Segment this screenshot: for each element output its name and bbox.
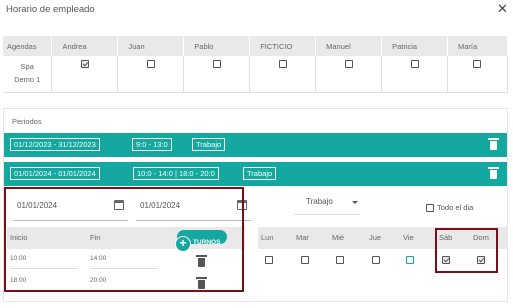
shift-start[interactable]: 18:00 bbox=[10, 277, 26, 284]
period-hours-chip: 10:0 - 14:0 | 18:0 - 20:0 bbox=[133, 167, 219, 180]
day-wed: Mié bbox=[332, 233, 345, 242]
day-tue: Mar bbox=[296, 233, 309, 242]
period-hours-chip: 9:0 - 13:0 bbox=[132, 138, 172, 151]
start-date-value: 01/01/2024 bbox=[17, 201, 58, 210]
trash-icon[interactable] bbox=[488, 138, 499, 150]
shifts-table: Inicio Fin + TURNOS 10:00 14:00 18:00 20… bbox=[7, 227, 245, 293]
day-checkbox-wed[interactable] bbox=[336, 256, 344, 264]
period-dates-chip: 01/12/2023 - 31/12/2023 bbox=[10, 138, 100, 151]
day-sat: Sáb bbox=[439, 233, 453, 242]
shift-row: 10:00 14:00 bbox=[7, 249, 245, 271]
day-checkbox-tue[interactable] bbox=[301, 256, 309, 264]
period-type-chip: Trabajo bbox=[192, 138, 226, 151]
cell-manuel bbox=[315, 56, 383, 93]
agenda-checkbox-patricia[interactable] bbox=[410, 60, 419, 68]
agendas-header: Agendas bbox=[3, 36, 53, 56]
agendas-header-row: Agendas Andrea Juan Pablo FICTICIO Manue… bbox=[3, 36, 509, 56]
agenda-checkbox-pablo[interactable] bbox=[212, 60, 221, 68]
agendas-table: Agendas Andrea Juan Pablo FICTICIO Manue… bbox=[3, 36, 509, 93]
period-row-2[interactable]: 01/01/2024 - 01/01/2024 10:0 - 14:0 | 18… bbox=[4, 162, 507, 186]
employee-patricia: Patricia bbox=[381, 36, 448, 56]
day-checkbox-thu[interactable] bbox=[372, 256, 380, 264]
agenda-checkbox-maria[interactable] bbox=[473, 60, 482, 68]
period-type-chip: Trabajo bbox=[243, 167, 277, 180]
start-date-field[interactable]: 01/01/2024 bbox=[13, 197, 128, 221]
agenda-checkbox-andrea[interactable] bbox=[80, 60, 89, 68]
day-thu: Jue bbox=[369, 233, 382, 242]
day-sun: Dom bbox=[473, 233, 489, 242]
cell-juan bbox=[117, 56, 185, 93]
employee-manuel: Manuel bbox=[315, 36, 383, 56]
end-date-value: 01/01/2024 bbox=[140, 201, 181, 210]
shift-end[interactable]: 14:00 bbox=[90, 255, 106, 262]
cell-andrea bbox=[51, 56, 119, 93]
shifts-col-end: Fin bbox=[90, 233, 101, 242]
shift-start[interactable]: 10:00 bbox=[10, 255, 26, 262]
cell-patricia bbox=[381, 56, 448, 93]
shift-end[interactable]: 20:00 bbox=[90, 277, 106, 284]
calendar-icon[interactable] bbox=[114, 200, 124, 210]
weekdays-header: Lun Mar Mié Jue Vie Sáb Dom bbox=[258, 227, 507, 249]
cell-maria bbox=[447, 56, 509, 93]
trash-icon[interactable] bbox=[196, 277, 207, 289]
shifts-col-start: Inicio bbox=[10, 233, 28, 242]
all-day-checkbox[interactable] bbox=[426, 204, 434, 213]
divider bbox=[10, 268, 78, 269]
end-date-field[interactable]: 01/01/2024 bbox=[136, 197, 251, 221]
close-icon[interactable]: ✕ bbox=[497, 2, 508, 15]
trash-icon[interactable] bbox=[488, 167, 499, 179]
employee-andrea: Andrea bbox=[51, 36, 119, 56]
add-shift-button[interactable]: + TURNOS bbox=[175, 230, 227, 252]
agenda-row-spa: Spa Demo 1 bbox=[3, 56, 509, 93]
employee-pablo: Pablo bbox=[183, 36, 251, 56]
divider bbox=[90, 290, 158, 291]
day-checkbox-mon[interactable] bbox=[265, 256, 273, 264]
trash-icon[interactable] bbox=[196, 255, 207, 267]
agenda-checkbox-ficticio[interactable] bbox=[278, 60, 287, 68]
divider bbox=[90, 268, 158, 269]
day-fri: Vie bbox=[403, 233, 414, 242]
dialog-title: Horario de empleado bbox=[6, 4, 95, 15]
period-dates-chip: 01/01/2024 - 01/01/2024 bbox=[10, 167, 100, 180]
weekdays-checkbox-row bbox=[258, 249, 507, 271]
periods-panel: Periodos 01/12/2023 - 31/12/2023 9:0 - 1… bbox=[3, 108, 508, 302]
period-type-value: Trabajo bbox=[306, 197, 333, 206]
day-checkbox-sat[interactable] bbox=[442, 256, 450, 264]
employee-ficticio: FICTICIO bbox=[249, 36, 317, 56]
employee-juan: Juan bbox=[117, 36, 185, 56]
day-mon: Lun bbox=[261, 233, 274, 242]
divider bbox=[10, 290, 78, 291]
day-checkbox-fri[interactable] bbox=[406, 256, 414, 264]
agenda-checkbox-manuel[interactable] bbox=[344, 60, 353, 68]
calendar-icon[interactable] bbox=[237, 200, 247, 210]
day-checkbox-sun[interactable] bbox=[477, 256, 485, 264]
all-day-label: Todo el dia bbox=[437, 203, 474, 212]
agenda-name-line1: Spa bbox=[20, 62, 34, 71]
period-row-1[interactable]: 01/12/2023 - 31/12/2023 9:0 - 13:0 Traba… bbox=[4, 133, 507, 157]
shift-row: 18:00 20:00 bbox=[7, 271, 245, 293]
cell-ficticio bbox=[249, 56, 317, 93]
agenda-row-label: Spa Demo 1 bbox=[3, 56, 53, 93]
shifts-header: Inicio Fin + TURNOS bbox=[7, 227, 245, 252]
weekdays-table: Lun Mar Mié Jue Vie Sáb Dom bbox=[258, 227, 507, 271]
chevron-down-icon bbox=[352, 201, 358, 204]
add-shift-label: TURNOS bbox=[193, 239, 221, 246]
agenda-checkbox-juan[interactable] bbox=[146, 60, 155, 68]
employee-maria: María bbox=[447, 36, 509, 56]
cell-pablo bbox=[183, 56, 251, 93]
all-day-toggle[interactable]: Todo el dia bbox=[426, 203, 474, 213]
agenda-name-line2: Demo 1 bbox=[14, 75, 41, 84]
period-type-select[interactable]: Trabajo bbox=[294, 193, 360, 215]
periods-label: Periodos bbox=[12, 117, 42, 126]
